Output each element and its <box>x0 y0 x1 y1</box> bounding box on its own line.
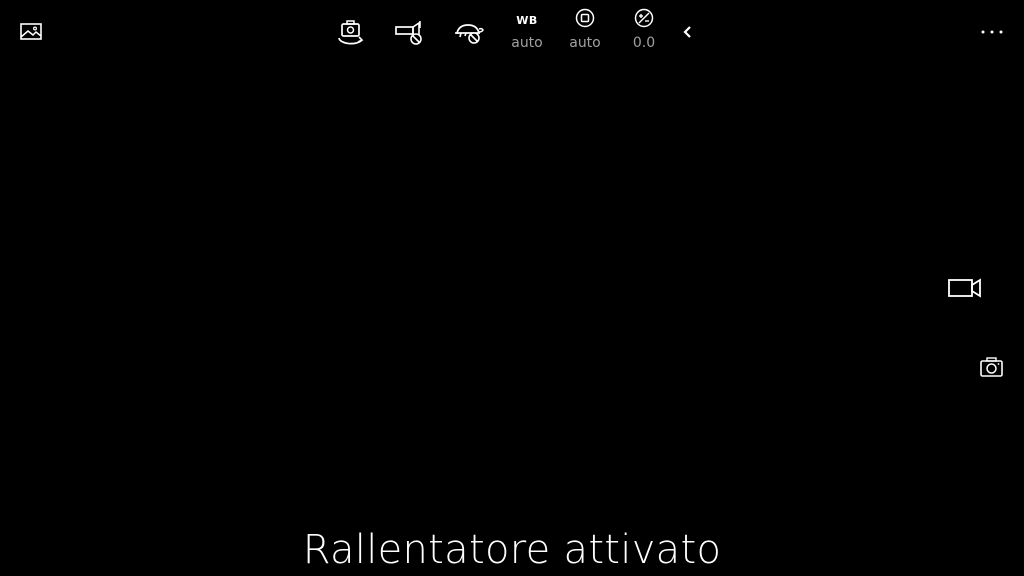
focus-button[interactable]: auto <box>563 8 607 56</box>
exposure-icon <box>633 7 655 33</box>
status-message: Rallentatore attivato <box>302 527 722 573</box>
video-camera-icon <box>946 275 984 301</box>
chevron-left-icon <box>678 22 698 42</box>
exposure-value: 0.0 <box>632 35 656 51</box>
gallery-button[interactable] <box>18 20 46 44</box>
focus-icon <box>574 7 596 33</box>
white-balance-label: WB <box>505 8 549 32</box>
switch-camera-button[interactable] <box>334 16 368 50</box>
video-mode-button[interactable] <box>946 275 984 301</box>
slow-motion-button[interactable] <box>452 16 486 50</box>
photo-mode-button[interactable] <box>978 354 1006 380</box>
flash-button[interactable] <box>393 16 427 50</box>
camera-switch-icon <box>334 16 368 50</box>
flash-off-icon <box>393 16 427 50</box>
more-icon <box>978 22 1006 42</box>
white-balance-label-text: WB <box>516 13 538 27</box>
white-balance-value: auto <box>511 35 543 51</box>
white-balance-button[interactable]: WB auto <box>505 8 549 56</box>
slow-motion-off-icon <box>452 16 486 50</box>
camera-icon <box>978 354 1006 380</box>
exposure-button[interactable]: 0.0 <box>622 8 666 56</box>
image-icon <box>18 20 46 44</box>
focus-value: auto <box>569 35 601 51</box>
more-options-button[interactable] <box>978 22 1006 42</box>
collapse-toolbar-button[interactable] <box>678 22 698 42</box>
